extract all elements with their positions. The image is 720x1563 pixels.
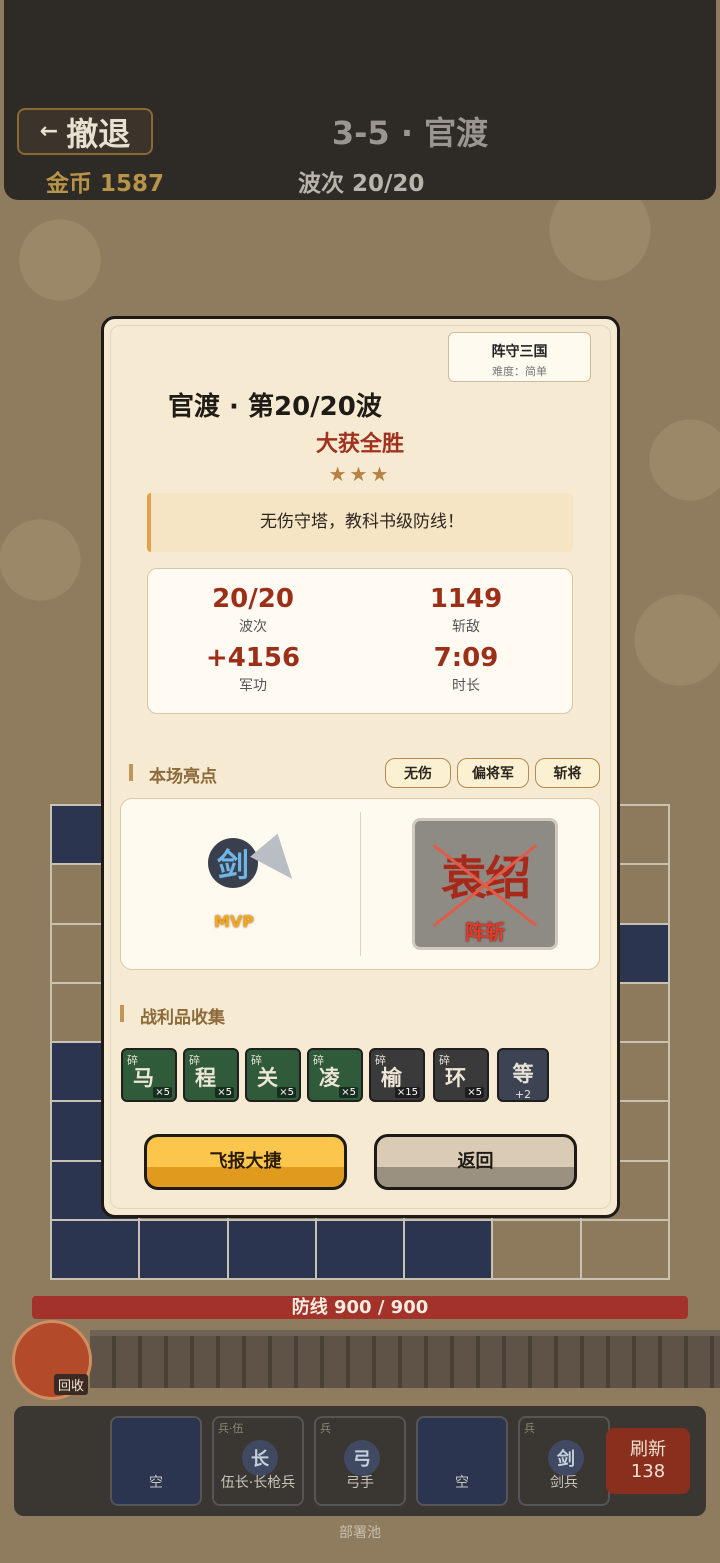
refresh-cost: 138 [630, 1461, 666, 1482]
killed-label: 阵斩 [465, 920, 505, 944]
mvp-sword-unit-icon: 剑 [208, 838, 258, 888]
stat-label: 时长 [452, 678, 480, 694]
deploy-slot[interactable]: 兵 剑 剑兵 [518, 1416, 610, 1506]
loot-item: 碎 马 ×5 [121, 1048, 177, 1102]
slot-name: 弓手 [346, 1475, 374, 1491]
loot-more-char: 等 [512, 1062, 534, 1086]
stat-value: 1149 [429, 584, 503, 614]
report-victory-button[interactable]: 飞报大捷 [144, 1134, 347, 1190]
grid-cell[interactable] [227, 1219, 316, 1279]
slot-tag: 兵 [524, 1422, 535, 1435]
deploy-pool-label: 部署池 [339, 1525, 381, 1541]
loot-char: 程 [195, 1066, 216, 1090]
grid-cell[interactable] [404, 1219, 493, 1279]
loot-item: 碎 环 ×5 [433, 1048, 489, 1102]
stat-kills: 1149 斩敌 [366, 584, 566, 636]
loot-item: 碎 关 ×5 [245, 1048, 301, 1102]
slot-name: 剑兵 [550, 1475, 578, 1491]
deploy-slot[interactable]: 兵 弓 弓手 [314, 1416, 406, 1506]
loot-more: 等 +2 [497, 1048, 549, 1102]
grid-cell[interactable] [139, 1219, 228, 1279]
stat-waves: 20/20 波次 [153, 584, 353, 636]
tag-chip: 斩将 [535, 758, 600, 788]
unit-spear-icon: 长 [242, 1440, 278, 1476]
loot-count: ×5 [215, 1087, 234, 1098]
result-status: 大获全胜 [315, 432, 404, 457]
killed-general-name: 袁绍 [441, 851, 531, 905]
slot-name: 空 [149, 1475, 163, 1491]
retreat-label: 撤退 [66, 114, 131, 153]
tag-chip: 偏将军 [457, 758, 529, 788]
refresh-label: 刷新 [630, 1439, 666, 1460]
recycle-label: 回收 [54, 1374, 89, 1395]
brand-name: 阵守三国 [491, 344, 548, 360]
highlights-heading: 本场亮点 [129, 762, 217, 787]
stat-label: 斩敌 [452, 619, 480, 635]
grid-cell[interactable] [580, 1219, 669, 1279]
city-wall [90, 1330, 720, 1388]
result-title: 官渡 · 第20/20波 [168, 392, 382, 422]
loot-item: 碎 榆 ×15 [369, 1048, 425, 1102]
loot-count: ×5 [277, 1087, 296, 1098]
refresh-button[interactable]: 刷新 138 [606, 1428, 690, 1494]
loot-count: ×5 [153, 1087, 172, 1098]
loot-heading: 战利品收集 [120, 1003, 225, 1028]
star-rating: ★★★ [328, 462, 392, 486]
deploy-slot[interactable]: 空 [110, 1416, 202, 1506]
difficulty-label: 难度：简单 [492, 365, 547, 378]
slot-tag: 兵 [320, 1422, 331, 1435]
level-title: 3-5 · 官渡 [331, 114, 489, 152]
slot-name: 空 [455, 1475, 469, 1491]
loot-item: 碎 程 ×5 [183, 1048, 239, 1102]
stat-value: 7:09 [433, 643, 499, 673]
loot-char: 环 [445, 1066, 466, 1090]
deploy-slot[interactable]: 空 [416, 1416, 508, 1506]
stat-merit: +4156 军功 [153, 643, 353, 695]
battle-comment: 无伤守塔，教科书级防线！ [147, 493, 573, 552]
loot-item: 碎 凌 ×5 [307, 1048, 363, 1102]
stat-value: +4156 [205, 643, 301, 673]
defense-health-bar: 防线 900 / 900 [32, 1296, 688, 1319]
highlights-divider [360, 812, 361, 956]
stat-value: 20/20 [212, 584, 294, 614]
retreat-button[interactable]: ← 撤退 [17, 108, 153, 155]
loot-char: 凌 [319, 1066, 340, 1090]
slot-tag: 兵·伍 [218, 1422, 244, 1435]
unit-bow-icon: 弓 [344, 1440, 380, 1476]
stat-duration: 7:09 时长 [366, 643, 566, 695]
loot-count: ×5 [339, 1087, 358, 1098]
grid-cell[interactable] [51, 1219, 140, 1279]
grid-cell[interactable] [315, 1219, 405, 1279]
loot-char: 关 [257, 1066, 278, 1090]
stat-label: 波次 [239, 619, 267, 635]
loot-more-count: +2 [514, 1088, 532, 1101]
back-arrow-icon: ← [39, 119, 59, 144]
loot-char: 马 [133, 1066, 154, 1090]
tag-chip: 无伤 [385, 758, 451, 788]
loot-count: ×15 [394, 1087, 420, 1098]
grid-cell[interactable] [492, 1219, 581, 1279]
coins-counter: 金币 1587 [46, 171, 165, 197]
brand-badge: 阵守三国 难度：简单 [448, 332, 591, 382]
deploy-slot[interactable]: 兵·伍 长 伍长·长枪兵 [212, 1416, 304, 1506]
unit-sword-icon: 剑 [548, 1440, 584, 1476]
return-button[interactable]: 返回 [374, 1134, 577, 1190]
stat-label: 军功 [239, 678, 267, 694]
mvp-label: MVP [214, 912, 255, 931]
slot-name: 伍长·长枪兵 [220, 1475, 296, 1491]
loot-count: ×5 [465, 1087, 484, 1098]
wave-counter: 波次 20/20 [298, 171, 425, 197]
